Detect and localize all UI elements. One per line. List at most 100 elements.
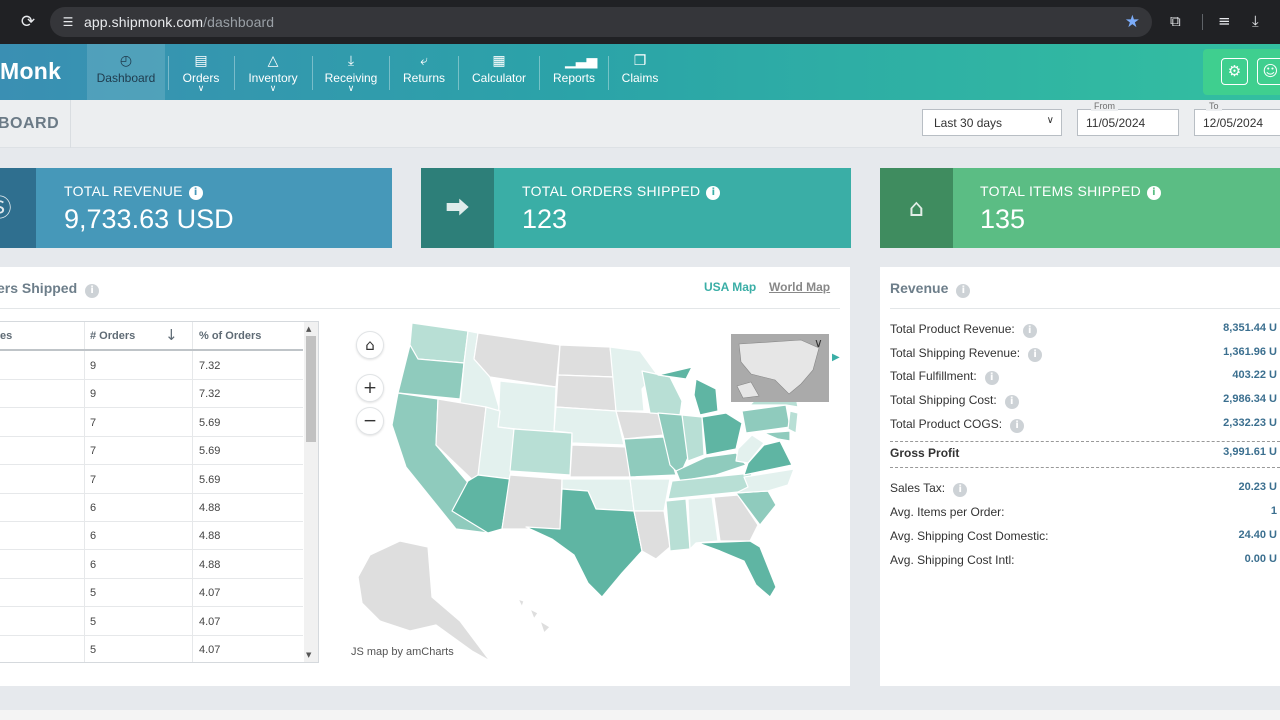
info-icon[interactable]: i: [706, 186, 721, 200]
nav-returns[interactable]: ⤶ Returns: [393, 44, 455, 100]
info-icon[interactable]: i: [1010, 419, 1025, 433]
site-settings-icon[interactable]: ☰: [60, 14, 76, 30]
revenue-row: Total Product COGS: i 2,332.23 U: [890, 415, 1280, 435]
settings-icon[interactable]: ⚙: [1221, 58, 1248, 85]
revenue-label: Total Product Revenue: i: [890, 322, 1037, 338]
info-icon[interactable]: i: [188, 186, 203, 200]
info-icon[interactable]: i: [956, 284, 971, 298]
address-bar[interactable]: ☰ app.shipmonk.com/dashboard ★: [50, 7, 1152, 37]
column-header-orders[interactable]: # Orders: [90, 330, 135, 342]
table-row[interactable]: 5 4.07: [0, 608, 303, 636]
user-icon[interactable]: ☺: [1257, 58, 1280, 85]
revenue-label: Total Product COGS: i: [890, 417, 1025, 433]
nav-claims[interactable]: ❐ Claims: [612, 44, 668, 100]
next-section: [0, 710, 1280, 720]
revenue-row: Avg. Items per Order: 1: [890, 503, 1280, 523]
revenue-row: Avg. Shipping Cost Intl: 0.00 U: [890, 551, 1280, 571]
revenue-row-gross-profit: Gross Profit 3,991.61 U: [890, 444, 1280, 464]
orders-icon: ▤: [194, 53, 208, 69]
sort-desc-icon[interactable]: ↓: [165, 326, 178, 344]
kpi-value: 123: [522, 204, 568, 234]
revenue-row: Avg. Shipping Cost Domestic: 24.40 U: [890, 527, 1280, 547]
table-header: es # Orders ↓ % of Orders: [0, 322, 303, 351]
revenue-label-text: Avg. Shipping Cost Domestic:: [890, 529, 1049, 543]
download-icon[interactable]: ⤓: [1252, 12, 1259, 30]
revenue-row: Total Shipping Cost: i 2,986.34 U: [890, 391, 1280, 411]
tab-usa-map[interactable]: USA Map: [704, 280, 756, 294]
info-icon[interactable]: i: [1022, 324, 1037, 338]
url-text[interactable]: app.shipmonk.com/dashboard: [84, 14, 274, 30]
orders-count: 9: [90, 360, 97, 372]
table-row[interactable]: 6 4.88: [0, 522, 303, 551]
nav-calculator[interactable]: ▦ Calculator: [462, 44, 536, 100]
map-credit[interactable]: JS map by amCharts: [351, 646, 454, 658]
calculator-icon: ▦: [492, 53, 506, 69]
revenue-value: 8,351.44 U: [1223, 322, 1277, 334]
column-header-percent[interactable]: % of Orders: [199, 330, 261, 342]
revenue-row: Sales Tax: i 20.23 U: [890, 479, 1280, 499]
from-date-value: 11/05/2024: [1086, 116, 1146, 130]
nav-label: Reports: [552, 71, 596, 85]
table-row[interactable]: 7 5.69: [0, 437, 303, 466]
media-icon[interactable]: ≡: [1218, 12, 1231, 30]
orders-percent: 5.69: [199, 416, 221, 429]
nav-divider: [608, 56, 609, 90]
orders-count: 6: [90, 558, 97, 571]
map-state-wy: [497, 380, 557, 434]
nav-reports[interactable]: ▁▃▅ Reports: [543, 44, 605, 100]
shirt-icon: ⌂: [880, 168, 953, 248]
map-arrow-icon[interactable]: ▶: [832, 352, 840, 363]
nav-dashboard[interactable]: ◴ Dashboard: [87, 44, 165, 100]
info-icon[interactable]: i: [85, 284, 100, 298]
revenue-label-text: Avg. Items per Order:: [890, 505, 1005, 519]
chevron-down-icon: ∨: [347, 84, 355, 94]
revenue-row: Total Product Revenue: i 8,351.44 U: [890, 320, 1280, 340]
scroll-down-icon[interactable]: ▼: [306, 651, 311, 659]
info-icon[interactable]: i: [984, 371, 999, 385]
info-icon[interactable]: i: [953, 483, 968, 497]
table-row[interactable]: 7 5.69: [0, 466, 303, 494]
table-row[interactable]: 9 7.32: [0, 352, 303, 380]
table-row[interactable]: 6 4.88: [0, 551, 303, 579]
table-row[interactable]: 5 4.07: [0, 636, 303, 662]
logo[interactable]: Monk: [0, 58, 61, 85]
nav-receiving[interactable]: ⤓ Receiving ∨: [316, 44, 386, 100]
scrollbar-thumb[interactable]: [306, 336, 316, 442]
revenue-value: 403.22 U: [1232, 369, 1277, 381]
chevron-down-icon[interactable]: ∨: [814, 336, 823, 350]
revenue-value: 20.23 U: [1238, 481, 1277, 493]
info-icon[interactable]: i: [1147, 186, 1162, 200]
bookmark-star-icon[interactable]: ★: [1125, 12, 1140, 32]
revenue-label: Avg. Items per Order:: [890, 505, 1005, 519]
table-row[interactable]: 9 7.32: [0, 380, 303, 409]
dashboard-icon: ◴: [119, 53, 133, 69]
orders-count: 7: [90, 445, 97, 458]
orders-count: 5: [90, 644, 97, 656]
revenue-row: Total Shipping Revenue: i 1,361.96 U: [890, 344, 1280, 364]
inventory-icon: △: [267, 53, 279, 69]
extensions-icon[interactable]: ⧉: [1170, 12, 1181, 30]
column-header-state[interactable]: es: [0, 330, 12, 342]
orders-percent: 4.07: [199, 644, 221, 656]
nav-orders[interactable]: ▤ Orders ∨: [170, 44, 232, 100]
nav-inventory[interactable]: △ Inventory ∨: [238, 44, 308, 100]
table-row[interactable]: 5 4.07: [0, 579, 303, 608]
table-row[interactable]: 7 5.69: [0, 409, 303, 437]
from-date-input[interactable]: 11/05/2024: [1077, 109, 1179, 136]
to-date-input[interactable]: 12/05/2024: [1194, 109, 1280, 136]
info-icon[interactable]: i: [1028, 348, 1043, 362]
revenue-label: Gross Profit: [890, 446, 960, 460]
receiving-icon: ⤓: [347, 53, 355, 69]
to-date-value: 12/05/2024: [1203, 116, 1264, 130]
orders-percent: 4.07: [199, 587, 221, 600]
info-icon[interactable]: i: [1004, 395, 1019, 409]
tab-world-map[interactable]: World Map: [769, 280, 830, 294]
scroll-up-icon[interactable]: ▲: [306, 325, 311, 333]
reload-icon[interactable]: ⟳: [18, 12, 38, 32]
orders-percent: 4.88: [199, 502, 221, 514]
nav-label: Orders: [182, 71, 220, 85]
map-state-wa: [409, 322, 469, 364]
date-range-select[interactable]: Last 30 days ∨: [922, 109, 1062, 136]
table-row[interactable]: 6 4.88: [0, 494, 303, 522]
order-box-icon: ⮕: [421, 168, 494, 248]
